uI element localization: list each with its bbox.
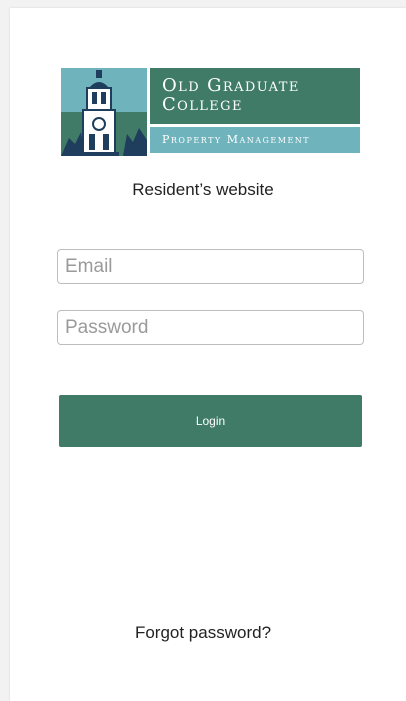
tower-emblem-icon — [61, 68, 147, 156]
brand-subtitle: Property Management — [150, 127, 360, 153]
password-field[interactable] — [57, 310, 364, 345]
email-field[interactable] — [57, 249, 364, 284]
brand-title-line1: Old Graduate — [162, 75, 300, 96]
brand-logo: Old Graduate College Property Management — [61, 68, 360, 156]
forgot-password-link[interactable]: Forgot password? — [0, 623, 406, 643]
page-subtitle: Resident’s website — [132, 180, 274, 199]
brand-title: Old Graduate College — [150, 68, 360, 124]
login-button[interactable]: Login — [59, 395, 362, 447]
brand-title-line2: College — [162, 94, 243, 115]
